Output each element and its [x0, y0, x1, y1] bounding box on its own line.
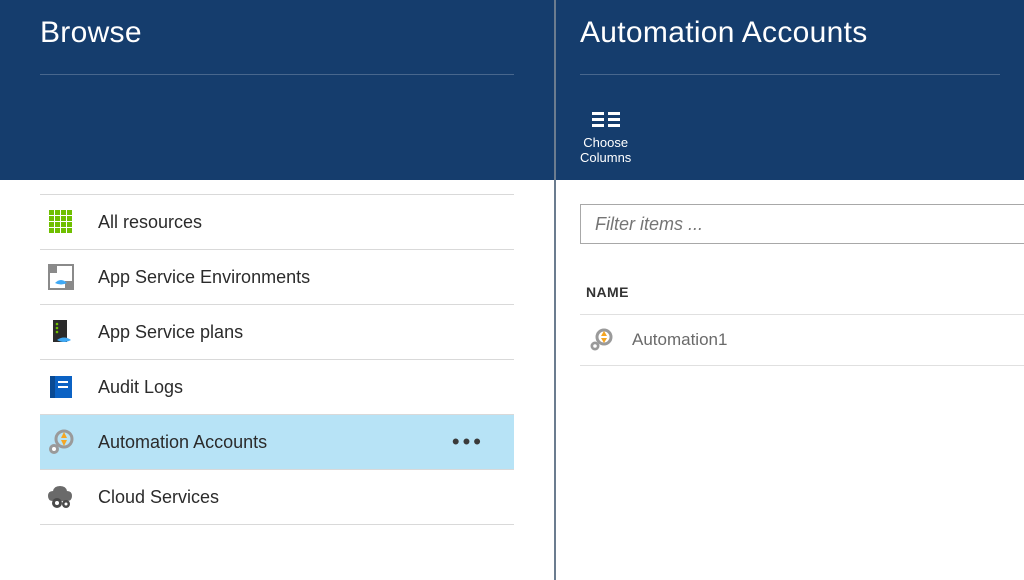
browse-item-automation-accounts[interactable]: Automation Accounts ••• — [40, 414, 514, 469]
grid-icon — [46, 207, 76, 237]
filter-input[interactable] — [580, 204, 1024, 244]
browse-item-cloud-services[interactable]: Cloud Services — [40, 469, 514, 525]
account-row[interactable]: Automation1 — [580, 314, 1024, 366]
browse-header: Browse — [0, 0, 554, 180]
browse-title: Browse — [40, 0, 514, 50]
browse-item-all-resources[interactable]: All resources — [40, 194, 514, 249]
automation-icon — [46, 427, 76, 457]
automation-icon — [586, 325, 616, 355]
browse-item-label: Automation Accounts — [98, 432, 267, 453]
browse-item-audit-logs[interactable]: Audit Logs — [40, 359, 514, 414]
choose-columns-label: Choose Columns — [580, 135, 631, 166]
account-row-name: Automation1 — [632, 330, 727, 350]
browse-item-label: Audit Logs — [98, 377, 183, 398]
browse-item-app-service-plans[interactable]: App Service plans — [40, 304, 514, 359]
ase-icon — [46, 262, 76, 292]
choose-columns-button[interactable]: Choose Columns — [580, 111, 631, 166]
browse-item-label: App Service plans — [98, 322, 243, 343]
more-icon[interactable]: ••• — [452, 429, 484, 455]
browse-item-label: App Service Environments — [98, 267, 310, 288]
cloud-gear-icon — [46, 482, 76, 512]
accounts-title: Automation Accounts — [580, 0, 1000, 50]
columns-icon — [592, 111, 620, 129]
browse-list: All resources App Service Environments A… — [0, 180, 554, 525]
browse-item-app-service-environments[interactable]: App Service Environments — [40, 249, 514, 304]
plan-icon — [46, 317, 76, 347]
log-icon — [46, 372, 76, 402]
browse-item-label: Cloud Services — [98, 487, 219, 508]
accounts-header: Automation Accounts Choose Columns — [556, 0, 1024, 180]
browse-item-label: All resources — [98, 212, 202, 233]
column-header-name: NAME — [580, 284, 1024, 300]
